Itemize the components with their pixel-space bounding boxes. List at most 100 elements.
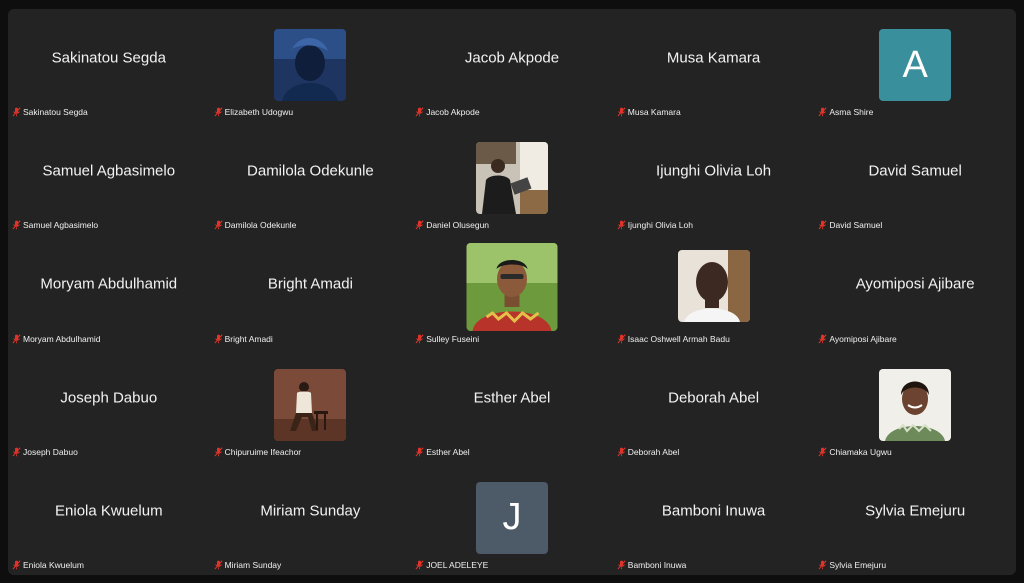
participant-label-text: Chipuruime Ifeachor bbox=[224, 446, 302, 457]
participant-name-label: Samuel Agbasimelo bbox=[12, 220, 98, 230]
participant-tile-joseph-dabuo[interactable]: Joseph Dabuo Joseph Dabuo bbox=[8, 349, 210, 462]
mic-off-icon bbox=[12, 220, 21, 230]
participant-label-text: Esther Abel bbox=[426, 446, 470, 457]
participant-name-label: Chiamaka Ugwu bbox=[818, 447, 892, 457]
participant-label-text: Daniel Olusegun bbox=[426, 220, 490, 231]
participant-tile-bright-amadi[interactable]: Bright Amadi Bright Amadi bbox=[210, 235, 412, 348]
participant-tile-chipuruime-ifeachor[interactable]: Chipuruime Ifeachor bbox=[210, 349, 412, 462]
participant-tile-jacob-akpode[interactable]: Jacob Akpode Jacob Akpode bbox=[411, 9, 613, 122]
participant-tile-eniola-kwuelum[interactable]: Eniola Kwuelum Eniola Kwuelum bbox=[8, 462, 210, 575]
participant-label-text: Joseph Dabuo bbox=[23, 446, 78, 457]
participant-display-name: Eniola Kwuelum bbox=[55, 502, 163, 520]
participant-label-text: Bamboni Inuwa bbox=[627, 559, 687, 570]
participant-name-label: Bright Amadi bbox=[214, 334, 273, 344]
participant-name-label: Chipuruime Ifeachor bbox=[214, 446, 302, 457]
participant-name-label: JOEL ADELEYE bbox=[415, 560, 488, 570]
mic-off-icon bbox=[415, 560, 424, 570]
participant-name-label: Eniola Kwuelum bbox=[12, 560, 84, 570]
participant-name-label: Jacob Akpode bbox=[415, 107, 480, 118]
participant-tile-chiamaka-ugwu[interactable]: Chiamaka Ugwu bbox=[814, 349, 1016, 462]
participant-tile-moryam-abdulhamid[interactable]: Moryam Abdulhamid Moryam Abdulhamid bbox=[8, 235, 210, 348]
participant-tile-daniel-olusegun[interactable]: Daniel Olusegun bbox=[411, 122, 613, 235]
participant-tile-david-samuel[interactable]: David Samuel David Samuel bbox=[814, 122, 1016, 235]
mic-off-icon bbox=[617, 447, 626, 457]
participant-label-text: Eniola Kwuelum bbox=[23, 559, 84, 570]
participant-label-text: Deborah Abel bbox=[627, 446, 680, 457]
mic-off-icon bbox=[818, 220, 827, 230]
participant-name-label: Miriam Sunday bbox=[214, 560, 281, 570]
participant-tile-ayomiposi-ajibare[interactable]: Ayomiposi Ajibare Ayomiposi Ajibare bbox=[814, 235, 1016, 348]
participant-tile-elizabeth-udogwu[interactable]: Elizabeth Udogwu bbox=[210, 9, 412, 122]
mic-off-icon bbox=[214, 447, 223, 457]
participant-label-text: JOEL ADELEYE bbox=[426, 559, 489, 570]
meeting-window: Sakinatou Segda Sakinatou Segda Elizabet… bbox=[8, 9, 1016, 575]
participant-tile-asma-shire[interactable]: A Asma Shire bbox=[814, 9, 1016, 122]
participant-video-chipuruime bbox=[274, 368, 347, 441]
participant-name-label: Elizabeth Udogwu bbox=[214, 107, 293, 117]
participant-name-label: Musa Kamara bbox=[617, 107, 681, 117]
mic-off-icon bbox=[12, 107, 21, 117]
participant-name-label: Daniel Olusegun bbox=[415, 220, 489, 230]
participant-label-text: Isaac Oshwell Armah Badu bbox=[627, 333, 730, 344]
participant-label-text: Sylvia Emejuru bbox=[829, 559, 887, 570]
participant-tile-ijunghi-olivia-loh[interactable]: Ijunghi Olivia Loh Ijunghi Olivia Loh bbox=[613, 122, 815, 235]
participant-label-text: Ayomiposi Ajibare bbox=[829, 333, 897, 344]
mic-off-icon bbox=[12, 447, 21, 457]
participant-display-name: Joseph Dabuo bbox=[60, 389, 158, 407]
participant-video-isaac bbox=[677, 250, 750, 323]
participant-label-text: Sakinatou Segda bbox=[23, 107, 88, 118]
mic-off-icon bbox=[818, 447, 827, 457]
participant-tile-musa-kamara[interactable]: Musa Kamara Musa Kamara bbox=[613, 9, 815, 122]
participant-label-text: Sulley Fuseini bbox=[426, 333, 480, 344]
participant-tile-sakinatou-segda[interactable]: Sakinatou Segda Sakinatou Segda bbox=[8, 9, 210, 122]
participant-label-text: Asma Shire bbox=[829, 107, 874, 118]
avatar-initial: A bbox=[879, 29, 952, 101]
participant-tile-deborah-abel[interactable]: Deborah Abel Deborah Abel bbox=[613, 349, 815, 462]
participant-tile-sylvia-emejuru[interactable]: Sylvia Emejuru Sylvia Emejuru bbox=[814, 462, 1016, 575]
participant-tile-miriam-sunday[interactable]: Miriam Sunday Miriam Sunday bbox=[210, 462, 412, 575]
participant-display-name: Bright Amadi bbox=[267, 275, 353, 293]
participant-display-name: Damilola Odekunle bbox=[247, 162, 374, 180]
mic-off-icon bbox=[617, 107, 626, 117]
participant-name-label: David Samuel bbox=[818, 220, 882, 230]
participant-label-text: Samuel Agbasimelo bbox=[23, 220, 99, 231]
participant-display-name: Sakinatou Segda bbox=[51, 49, 166, 67]
participant-name-label: Moryam Abdulhamid bbox=[12, 334, 100, 344]
participant-tile-damilola-odekunle[interactable]: Damilola Odekunle Damilola Odekunle bbox=[210, 122, 412, 235]
participant-name-label: Asma Shire bbox=[818, 107, 873, 117]
participant-tile-sulley-fuseini[interactable]: Sulley Fuseini bbox=[411, 235, 613, 348]
participant-label-text: Musa Kamara bbox=[627, 107, 681, 118]
participant-tile-isaac-oshwell-armah-badu[interactable]: Isaac Oshwell Armah Badu bbox=[613, 235, 815, 348]
participant-grid: Sakinatou Segda Sakinatou Segda Elizabet… bbox=[8, 9, 1016, 575]
participant-video-sulley bbox=[466, 243, 558, 332]
participant-display-name: Esther Abel bbox=[473, 389, 551, 407]
participant-name-label: Sakinatou Segda bbox=[12, 107, 88, 117]
participant-name-label: Sylvia Emejuru bbox=[818, 560, 886, 570]
mic-off-icon bbox=[415, 107, 424, 117]
mic-off-icon bbox=[214, 333, 223, 344]
mic-off-icon bbox=[12, 560, 21, 570]
participant-video-elizabeth bbox=[274, 29, 347, 101]
participant-name-label: Joseph Dabuo bbox=[12, 447, 78, 457]
participant-name-label: Esther Abel bbox=[415, 446, 470, 457]
mic-off-icon bbox=[12, 333, 21, 344]
participant-label-text: Jacob Akpode bbox=[426, 107, 480, 118]
participant-display-name: David Samuel bbox=[868, 162, 962, 180]
participant-display-name: Deborah Abel bbox=[668, 389, 760, 407]
mic-off-icon bbox=[214, 107, 223, 117]
participant-name-label: Damilola Odekunle bbox=[214, 220, 296, 230]
participant-name-label: Ijunghi Olivia Loh bbox=[617, 220, 693, 230]
participant-display-name: Ijunghi Olivia Loh bbox=[656, 162, 772, 180]
mic-off-icon bbox=[818, 333, 827, 344]
participant-tile-joel-adeleye[interactable]: J JOEL ADELEYE bbox=[411, 462, 613, 575]
participant-name-label: Deborah Abel bbox=[617, 446, 680, 457]
participant-tile-samuel-agbasimelo[interactable]: Samuel Agbasimelo Samuel Agbasimelo bbox=[8, 122, 210, 235]
participant-tile-bamboni-inuwa[interactable]: Bamboni Inuwa Bamboni Inuwa bbox=[613, 462, 815, 575]
mic-off-icon bbox=[415, 447, 424, 457]
participant-name-label: Bamboni Inuwa bbox=[617, 559, 687, 570]
mic-off-icon bbox=[415, 220, 424, 230]
participant-label-text: David Samuel bbox=[829, 220, 883, 231]
participant-name-label: Sulley Fuseini bbox=[415, 334, 479, 344]
mic-off-icon bbox=[617, 220, 626, 230]
participant-tile-esther-abel[interactable]: Esther Abel Esther Abel bbox=[411, 349, 613, 462]
